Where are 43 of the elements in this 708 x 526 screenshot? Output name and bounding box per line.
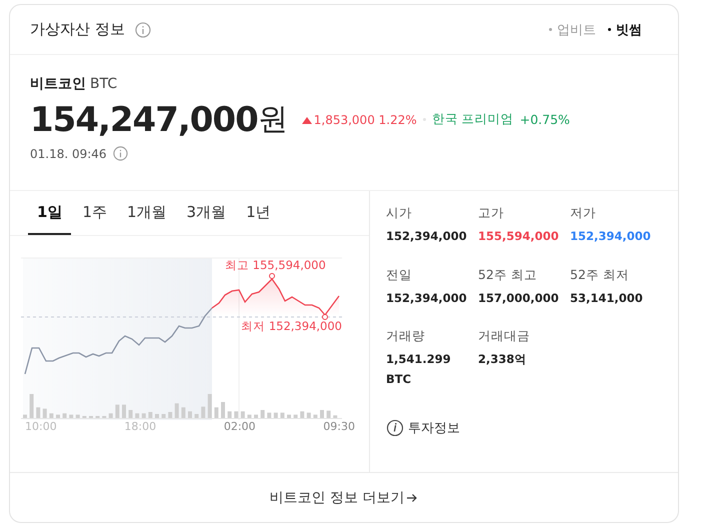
- price: 154,247,000: [30, 100, 258, 140]
- stat-value: 1,541.299 BTC: [386, 351, 452, 388]
- stat-value: 53,141,000: [570, 290, 644, 307]
- stat-value: 157,000,000: [478, 290, 560, 307]
- axis-label: 10:00: [25, 420, 57, 433]
- stat-label: 52주 최저: [570, 266, 630, 284]
- price-unit: 원: [258, 101, 288, 139]
- stat-value: 152,394,000: [570, 228, 652, 245]
- more-info-link[interactable]: 비트코인 정보 더보기: [270, 488, 418, 506]
- premium-value: +0.75%: [520, 112, 570, 127]
- source-toggle[interactable]: 빗썸: [596, 20, 642, 38]
- price-change: 1,853,000 1.22%: [302, 112, 417, 126]
- arrow-right-icon: [406, 492, 418, 504]
- stat-label: 전일: [386, 266, 413, 284]
- info-icon: [386, 419, 404, 438]
- stat-label: 52주 최고: [478, 266, 538, 284]
- premium-label: 한국 프리미엄: [432, 111, 514, 128]
- stat-label: 저가: [570, 205, 597, 222]
- invest-info-link[interactable]: 투자정보: [386, 419, 460, 438]
- period-tab[interactable]: 1일: [28, 191, 72, 235]
- stat-label: 시가: [386, 205, 413, 222]
- period-tab[interactable]: 3개월: [178, 191, 236, 235]
- stat-value: 152,394,000: [386, 228, 468, 245]
- stat-value: 155,594,000: [478, 228, 560, 245]
- period-tab[interactable]: 1개월: [118, 191, 176, 235]
- stat-label: 거래량: [386, 328, 426, 346]
- timestamp: 01.18. 09:46: [30, 146, 107, 160]
- stat-value: 2,338억: [478, 351, 528, 368]
- axis-label: 18:00: [124, 420, 156, 433]
- coin-name: 비트코인: [30, 75, 86, 93]
- period-tab[interactable]: 1년: [237, 191, 280, 235]
- high-label: 최고 155,594,000: [225, 258, 326, 272]
- info-icon[interactable]: [134, 22, 151, 38]
- stat-value: 152,394,000: [386, 290, 468, 307]
- stat-label: 거래대금: [478, 328, 531, 346]
- info-icon[interactable]: [112, 146, 128, 161]
- card-title: 가상자산 정보: [30, 20, 125, 39]
- period-tab[interactable]: 1주: [73, 191, 116, 235]
- coin-symbol: BTC: [90, 76, 118, 92]
- low-label: 최저 152,394,000: [241, 319, 342, 333]
- stat-label: 고가: [478, 205, 505, 222]
- axis-label: 09:30: [323, 420, 355, 433]
- axis-label: 02:00: [224, 420, 256, 433]
